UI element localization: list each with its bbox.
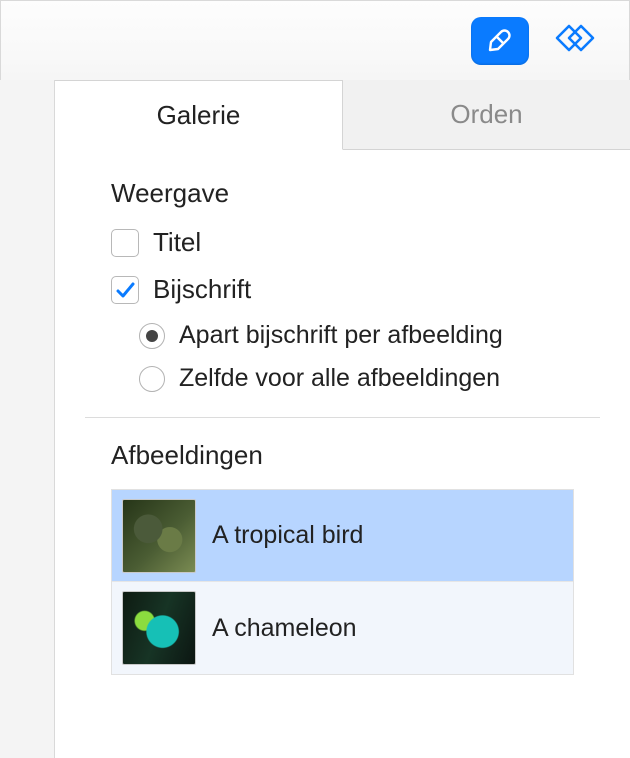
image-caption: A tropical bird bbox=[212, 521, 363, 550]
radio-same-all-label: Zelfde voor alle afbeeldingen bbox=[179, 364, 500, 393]
title-checkbox[interactable] bbox=[111, 229, 139, 257]
caption-mode-group: Apart bijschrift per afbeelding Zelfde v… bbox=[139, 321, 600, 393]
image-row[interactable]: A tropical bird bbox=[112, 490, 573, 582]
images-heading: Afbeeldingen bbox=[111, 440, 600, 471]
images-list: A tropical bird A chameleon bbox=[111, 489, 574, 675]
display-heading: Weergave bbox=[111, 178, 600, 209]
document-shape-icon bbox=[553, 21, 597, 60]
radio-same-all[interactable] bbox=[139, 366, 165, 392]
tab-gallery[interactable]: Galerie bbox=[55, 80, 343, 150]
caption-checkbox-label: Bijschrift bbox=[153, 274, 251, 305]
radio-per-image-label: Apart bijschrift per afbeelding bbox=[179, 321, 503, 350]
inspector-toolbar bbox=[1, 1, 629, 81]
caption-checkbox-row[interactable]: Bijschrift bbox=[111, 274, 600, 305]
inspector-tabs: Galerie Orden bbox=[55, 80, 630, 150]
caption-mode-same-all[interactable]: Zelfde voor alle afbeeldingen bbox=[139, 364, 600, 393]
tab-order[interactable]: Orden bbox=[343, 80, 630, 149]
title-checkbox-label: Titel bbox=[153, 227, 201, 258]
gallery-inspector-panel: Galerie Orden Weergave Titel Bijschrift … bbox=[55, 80, 630, 758]
image-row[interactable]: A chameleon bbox=[112, 582, 573, 674]
image-thumbnail bbox=[122, 591, 196, 665]
left-gutter bbox=[0, 80, 55, 758]
radio-per-image[interactable] bbox=[139, 323, 165, 349]
format-inspector-button[interactable] bbox=[471, 17, 529, 65]
image-thumbnail bbox=[122, 499, 196, 573]
caption-checkbox[interactable] bbox=[111, 276, 139, 304]
format-brush-icon bbox=[485, 23, 515, 58]
images-section: Afbeeldingen bbox=[55, 418, 630, 471]
caption-mode-per-image[interactable]: Apart bijschrift per afbeelding bbox=[139, 321, 600, 350]
display-section: Weergave Titel Bijschrift Apart bijschri… bbox=[55, 150, 630, 393]
document-inspector-button[interactable] bbox=[539, 17, 611, 65]
image-caption: A chameleon bbox=[212, 614, 357, 643]
title-checkbox-row[interactable]: Titel bbox=[111, 227, 600, 258]
